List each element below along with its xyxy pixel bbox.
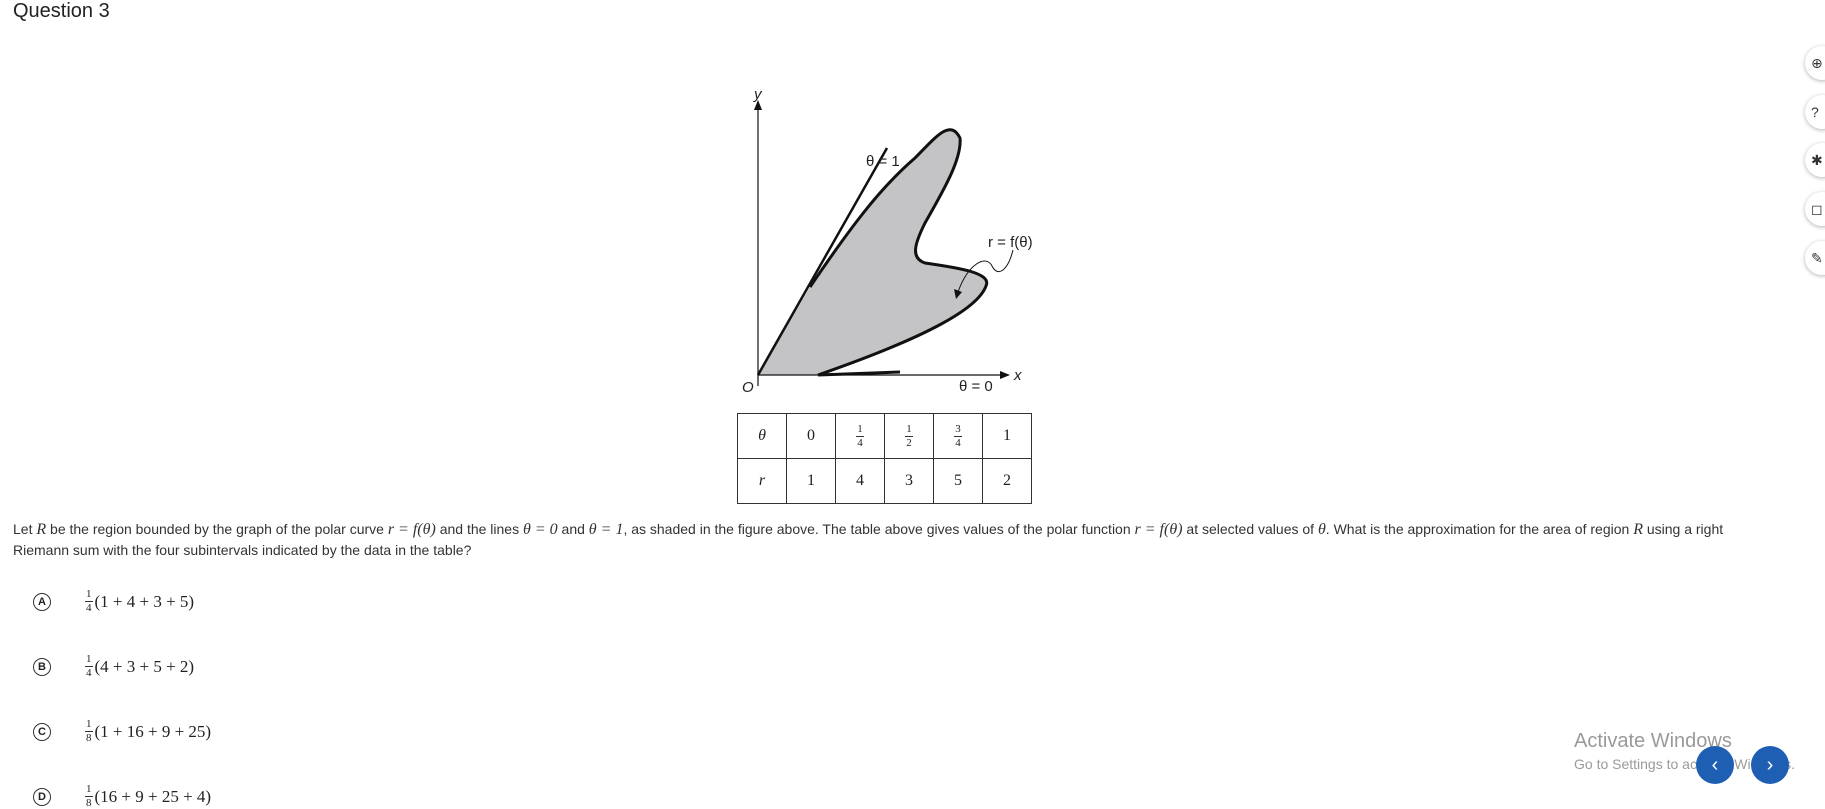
r-cell: 1 [786,458,836,504]
question-page: Question 3 y x O θ = 1 θ = 0 r = f(θ) θ … [0,0,1825,809]
pencil-icon[interactable]: ✎ [1805,241,1825,275]
choice-b[interactable]: B 14 (4 + 3 + 5 + 2) [33,654,194,679]
r-cell: 3 [884,458,934,504]
polar-region-figure: y x O θ = 1 θ = 0 r = f(θ) [730,86,1050,408]
r-cell: 2 [982,458,1032,504]
choice-c-bubble[interactable]: C [33,722,51,741]
zoom-icon[interactable]: ⊕ [1805,46,1825,80]
choice-a-bubble[interactable]: A [33,592,51,611]
y-axis-label: y [753,86,763,103]
question-stem: Let R be the region bounded by the graph… [13,521,1724,558]
theta-r-table: θ 0 14 12 34 1 r 1 4 3 5 2 [737,413,1032,504]
origin-label: O [742,379,754,396]
theta-cell: 14 [835,413,885,459]
fraction: 12 [905,422,913,449]
fraction: 14 [856,422,864,449]
question-title: Question 3 [13,0,110,22]
choice-d-bubble[interactable]: D [33,787,51,806]
theta-cell: 1 [982,413,1032,459]
choice-d-expression: 18 (16 + 9 + 25 + 4) [85,783,212,809]
theta-zero-label: θ = 0 [959,378,993,395]
curve-label: r = f(θ) [988,234,1033,251]
fraction: 34 [954,422,962,449]
theta-cell: 34 [933,413,983,459]
r-cell: 4 [835,458,885,504]
choice-c[interactable]: C 18 (1 + 16 + 9 + 25) [33,719,211,744]
next-question-button[interactable]: › [1751,746,1789,784]
theta-cell: 0 [786,413,836,459]
choice-b-bubble[interactable]: B [33,657,51,676]
choice-d[interactable]: D 18 (16 + 9 + 25 + 4) [33,784,211,809]
bookmark-icon[interactable]: ◻ [1805,192,1825,226]
help-icon[interactable]: ? [1805,95,1825,129]
previous-question-button[interactable]: ‹ [1696,746,1734,784]
theta-header: θ [737,413,787,459]
choice-a[interactable]: A 14 (1 + 4 + 3 + 5) [33,589,194,614]
choice-a-expression: 14 (1 + 4 + 3 + 5) [85,588,195,614]
theta-row: θ 0 14 12 34 1 [737,413,1032,459]
settings-icon[interactable]: ✱ [1805,143,1825,177]
x-axis-label: x [1013,367,1022,384]
figure-svg: y x O θ = 1 θ = 0 r = f(θ) [742,86,1033,396]
x-axis-arrow [1000,371,1010,379]
r-row: r 1 4 3 5 2 [737,458,1032,504]
theta-cell: 12 [884,413,934,459]
choice-b-expression: 14 (4 + 3 + 5 + 2) [85,653,195,679]
choice-c-expression: 18 (1 + 16 + 9 + 25) [85,718,212,744]
r-header: r [737,458,787,504]
theta-one-label: θ = 1 [866,153,900,170]
r-cell: 5 [933,458,983,504]
